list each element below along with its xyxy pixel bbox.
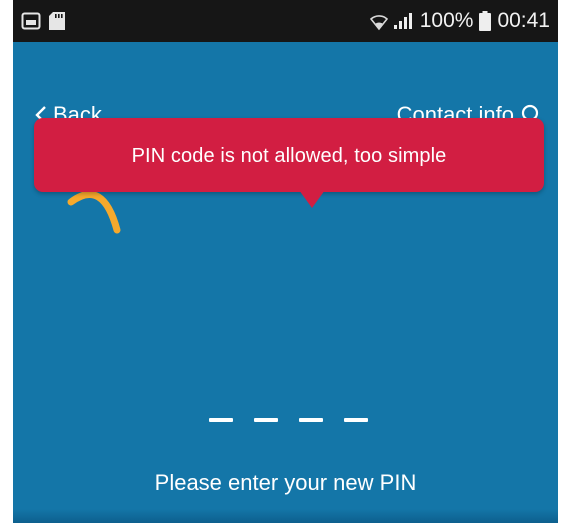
battery-icon (479, 11, 492, 31)
battery-percent: 100% (419, 9, 474, 32)
toast-pointer (299, 190, 325, 208)
bottom-band (13, 509, 558, 523)
error-toast: PIN code is not allowed, too simple (34, 118, 544, 208)
pin-setup-screen: Back Contact info PIN code is not allowe… (13, 42, 558, 523)
screen: 100% 00:41 Back Contact info PIN code is… (0, 0, 562, 529)
clock: 00:41 (497, 9, 550, 32)
pin-slot-3 (299, 418, 323, 422)
status-indicators: 100% 00:41 (369, 8, 550, 34)
pin-slot-2 (254, 418, 278, 422)
status-bar: 100% 00:41 (13, 0, 558, 42)
pin-prompt: Please enter your new PIN (154, 470, 417, 495)
error-message: PIN code is not allowed, too simple (131, 145, 447, 167)
sd-card-icon (49, 12, 65, 30)
gallery-icon (21, 12, 41, 30)
signal-icon (393, 13, 412, 29)
pin-input[interactable] (209, 418, 368, 422)
pin-slot-4 (344, 418, 368, 422)
wifi-icon (369, 15, 388, 31)
pin-slot-1 (209, 418, 233, 422)
